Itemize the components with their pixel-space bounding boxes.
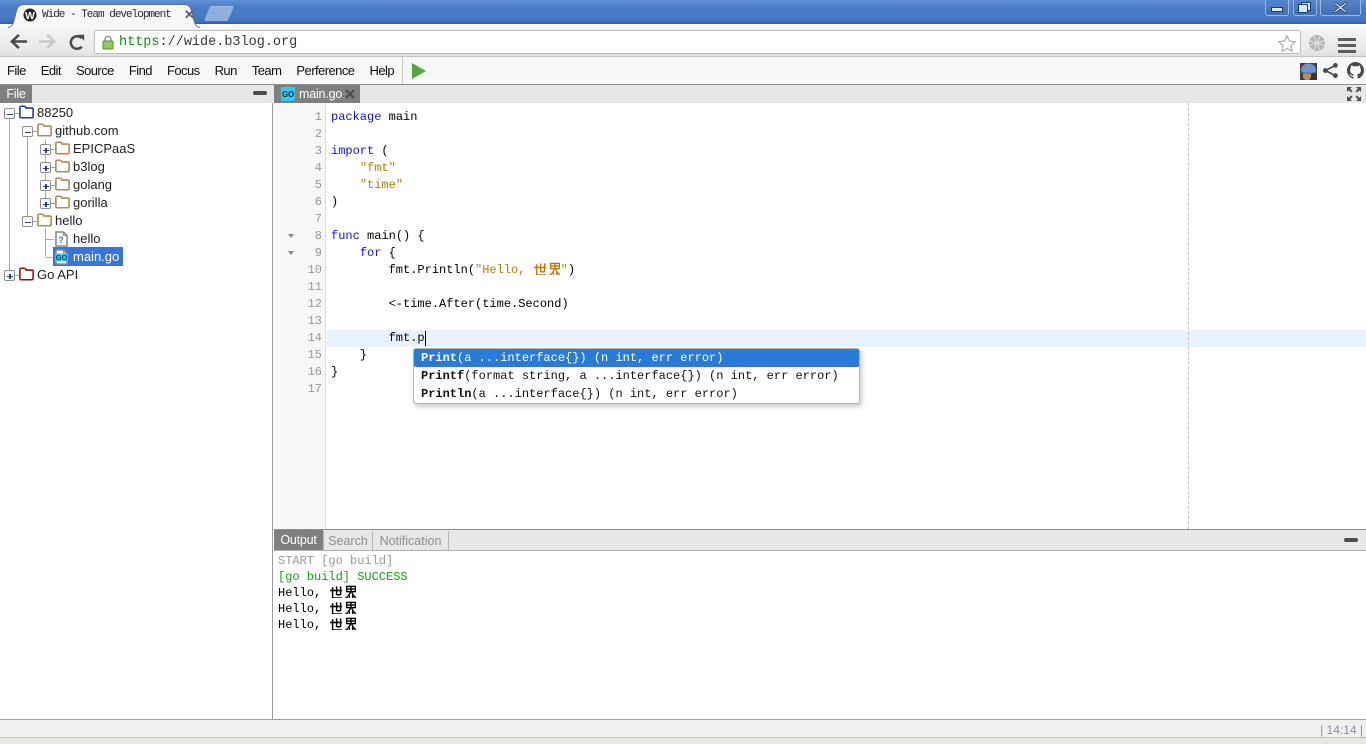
svg-text:GO: GO [56,253,68,262]
svg-text:?: ? [58,235,64,245]
svg-text:W: W [25,10,35,22]
svg-text:GO: GO [282,90,294,99]
